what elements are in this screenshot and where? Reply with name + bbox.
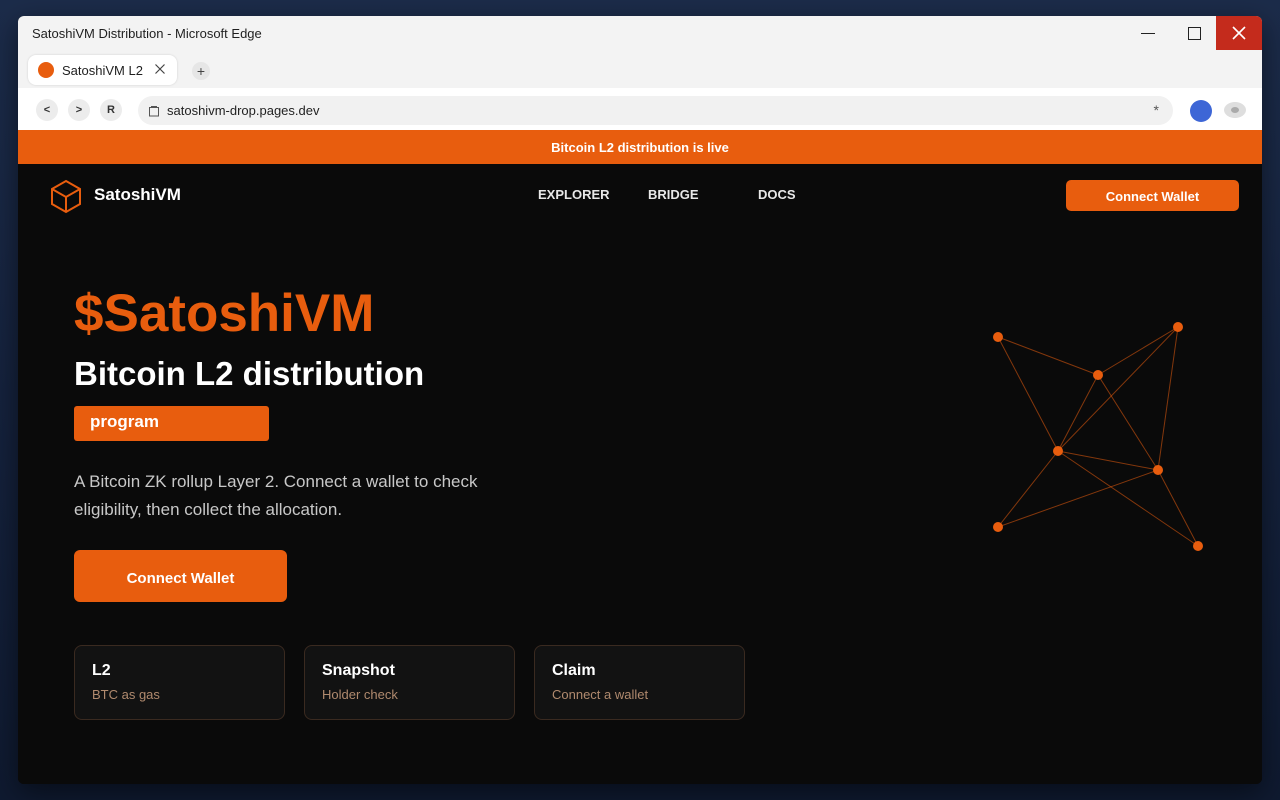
card-title: Snapshot (322, 662, 395, 679)
graph-node (1153, 465, 1163, 475)
hero-description: A Bitcoin ZK rollup Layer 2. Connect a w… (74, 472, 478, 519)
favorite-star-icon[interactable]: * (1154, 102, 1159, 118)
extension-icon[interactable] (1224, 102, 1246, 118)
tab-strip: SatoshiVM L2 + (18, 50, 1262, 88)
favicon-icon (38, 62, 54, 78)
hero-pill: program (74, 406, 269, 441)
reload-button[interactable]: R (100, 99, 122, 121)
url-text: satoshivm-drop.pages.dev (167, 103, 320, 118)
site-content: SatoshiVM EXPLORER BRIDGE DOCS Connect W… (18, 164, 1262, 784)
minimize-button[interactable] (1125, 16, 1171, 50)
card-title: Claim (552, 662, 596, 679)
graph-node (1053, 446, 1063, 456)
close-window-button[interactable] (1216, 16, 1262, 50)
cube-icon (51, 179, 81, 214)
nav-explorer[interactable]: EXPLORER (538, 187, 610, 202)
announcement-banner: Bitcoin L2 distribution is live (18, 130, 1262, 164)
feature-card-claim: Claim Connect a wallet (534, 645, 745, 720)
tab-label: SatoshiVM L2 (62, 62, 143, 78)
address-bar[interactable]: satoshivm-drop.pages.dev * (138, 96, 1173, 125)
graph-node (993, 522, 1003, 532)
browser-toolbar: < > R satoshivm-drop.pages.dev * (18, 88, 1262, 130)
extension-eye-icon (1231, 107, 1239, 113)
new-tab-button[interactable]: + (192, 62, 210, 80)
card-subtitle: Holder check (322, 687, 398, 702)
brand-name[interactable]: SatoshiVM (94, 185, 181, 205)
maximize-icon (1187, 26, 1201, 40)
card-subtitle: BTC as gas (92, 687, 160, 702)
network-graph-icon (993, 322, 1203, 551)
close-icon (1232, 26, 1246, 40)
graph-node (993, 332, 1003, 342)
forward-button[interactable]: > (68, 99, 90, 121)
browser-window: SatoshiVM Distribution - Microsoft Edge … (18, 16, 1262, 784)
minimize-icon (1141, 32, 1155, 34)
nav-bridge[interactable]: BRIDGE (648, 187, 699, 202)
card-subtitle: Connect a wallet (552, 687, 649, 702)
hero-connect-wallet-button[interactable]: Connect Wallet (74, 550, 287, 602)
profile-avatar[interactable] (1190, 100, 1212, 122)
feature-card-l2: L2 BTC as gas (74, 645, 285, 720)
graph-node (1093, 370, 1103, 380)
window-title: SatoshiVM Distribution - Microsoft Edge (32, 25, 262, 41)
graph-node (1173, 322, 1183, 332)
page-icon (149, 105, 159, 116)
header-connect-wallet-button[interactable]: Connect Wallet (1066, 180, 1239, 211)
tab-satoshivm[interactable]: SatoshiVM L2 (28, 55, 177, 85)
card-title: L2 (92, 662, 111, 679)
tab-close-icon[interactable] (153, 62, 167, 76)
feature-card-snapshot: Snapshot Holder check (304, 645, 515, 720)
title-bar: SatoshiVM Distribution - Microsoft Edge (18, 16, 1262, 50)
back-button[interactable]: < (36, 99, 58, 121)
graph-node (1193, 541, 1203, 551)
maximize-button[interactable] (1171, 16, 1217, 50)
hero-title: $SatoshiVM (74, 284, 375, 343)
nav-docs[interactable]: DOCS (758, 187, 796, 202)
hero-subtitle: Bitcoin L2 distribution (74, 355, 425, 392)
